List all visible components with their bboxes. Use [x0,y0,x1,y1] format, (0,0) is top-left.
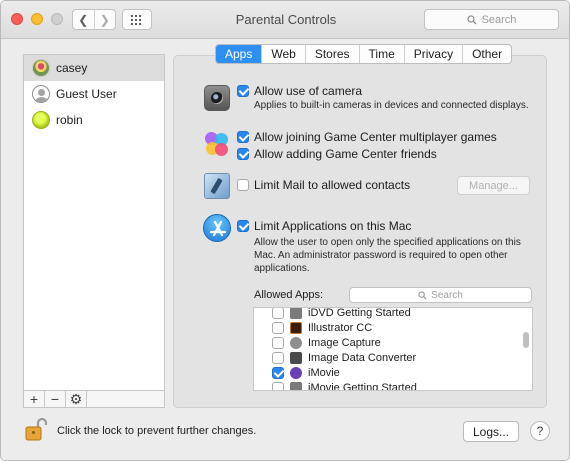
mail-icon [204,173,230,199]
app-checkbox[interactable] [272,336,284,349]
app-name: iMovie [308,366,340,379]
chevron-right-icon: ❯ [99,12,110,27]
search-placeholder: Search [481,13,517,26]
minus-icon: − [50,391,60,407]
add-user-button[interactable]: + [24,391,45,407]
show-all-button[interactable] [122,9,152,30]
user-name: casey [56,61,88,75]
forward-button[interactable]: ❯ [93,10,116,29]
app-checkbox[interactable] [272,308,284,319]
plus-icon: + [29,391,39,407]
list-item[interactable]: Illustrator CC [254,320,524,335]
zoom-button[interactable] [51,13,63,25]
avatar [32,85,50,103]
camera-icon [204,85,230,111]
gear-icon: ⚙ [69,390,83,407]
title-bar: ❮ ❯ Parental Controls Search [1,1,569,39]
lock-message: Click the lock to prevent further change… [57,425,257,437]
avatar [32,111,50,129]
chevron-left-icon: ❮ [78,12,89,27]
list-item[interactable]: iMovie Getting Started [254,380,524,391]
limit-apps-description: Allow the user to open only the specifie… [254,237,521,274]
sidebar-toolbar: + − ⚙ [23,390,165,408]
mail-checkbox[interactable] [237,179,249,191]
illustrator-icon [290,321,302,334]
tab-time[interactable]: Time [358,45,404,63]
app-name: Illustrator CC [308,321,373,334]
app-name: Image Capture [308,336,381,349]
image-capture-icon [290,336,302,349]
gc-multiplayer-label: Allow joining Game Center multiplayer ga… [254,130,497,144]
gc-friends-checkbox[interactable] [237,148,249,160]
app-checkbox[interactable] [272,321,284,334]
camera-description: Applies to built-in cameras in devices a… [254,100,529,111]
user-item-robin[interactable]: robin [24,107,164,133]
search-icon [466,14,477,24]
list-scrollbar[interactable] [523,332,529,348]
user-name: robin [56,113,83,127]
app-name: iDVD Getting Started [308,307,411,319]
gc-friends-label: Allow adding Game Center friends [254,147,437,161]
game-center-icon [204,131,230,157]
unlocked-lock-icon[interactable] [25,417,47,441]
window-title: Parental Controls [235,12,337,27]
gc-multiplayer-checkbox[interactable] [237,131,249,143]
app-name: iMovie Getting Started [308,381,417,391]
tab-privacy[interactable]: Privacy [403,45,462,63]
app-store-glyph-icon [209,220,227,237]
user-item-guest[interactable]: Guest User [24,81,164,107]
app-icon [290,381,302,390]
list-item[interactable]: iMovie [254,365,524,380]
list-item[interactable]: Image Data Converter [254,350,524,365]
manage-button[interactable]: Manage... [457,176,530,195]
app-checkbox[interactable] [272,381,284,390]
list-item[interactable]: Image Capture [254,335,524,350]
camera-label: Allow use of camera [254,84,363,98]
settings-button[interactable]: ⚙ [66,391,87,407]
allowed-apps-label: Allowed Apps: [254,289,324,301]
image-data-converter-icon [290,351,302,364]
allowed-apps-list[interactable]: iDVD Getting Started Illustrator CC Imag… [253,307,533,391]
app-checkbox[interactable] [272,366,284,379]
search-icon [418,290,427,300]
imovie-icon [290,366,302,379]
user-name: Guest User [56,87,117,101]
tab-web[interactable]: Web [261,45,304,63]
user-item-casey[interactable]: casey [24,55,164,81]
app-icon [290,308,302,319]
back-forward-group: ❮ ❯ [72,9,116,30]
grid-icon [131,14,141,25]
camera-checkbox[interactable] [237,85,249,97]
help-button[interactable]: ? [530,421,550,441]
app-checkbox[interactable] [272,351,284,364]
limit-apps-label: Limit Applications on this Mac [254,219,412,233]
app-store-icon [203,214,231,242]
allowed-apps-search[interactable]: Search [349,287,532,303]
logs-button[interactable]: Logs... [463,421,519,442]
tab-apps[interactable]: Apps [216,45,262,63]
user-list: casey Guest User robin + − ⚙ [23,54,165,408]
back-button[interactable]: ❮ [73,10,94,29]
close-button[interactable] [11,13,23,25]
avatar [32,59,50,77]
tab-other[interactable]: Other [462,45,511,63]
app-name: Image Data Converter [308,351,417,364]
tab-bar: Apps Web Stores Time Privacy Other [215,44,513,64]
remove-user-button[interactable]: − [45,391,66,407]
list-item[interactable]: iDVD Getting Started [254,307,524,320]
tab-stores[interactable]: Stores [304,45,359,63]
parental-controls-window: ❮ ❯ Parental Controls Search casey Guest… [0,0,570,461]
minimize-button[interactable] [31,13,43,25]
allowed-apps-search-placeholder: Search [431,289,463,301]
limit-apps-checkbox[interactable] [237,220,249,232]
mail-label: Limit Mail to allowed contacts [254,178,411,192]
search-field[interactable]: Search [424,9,559,30]
